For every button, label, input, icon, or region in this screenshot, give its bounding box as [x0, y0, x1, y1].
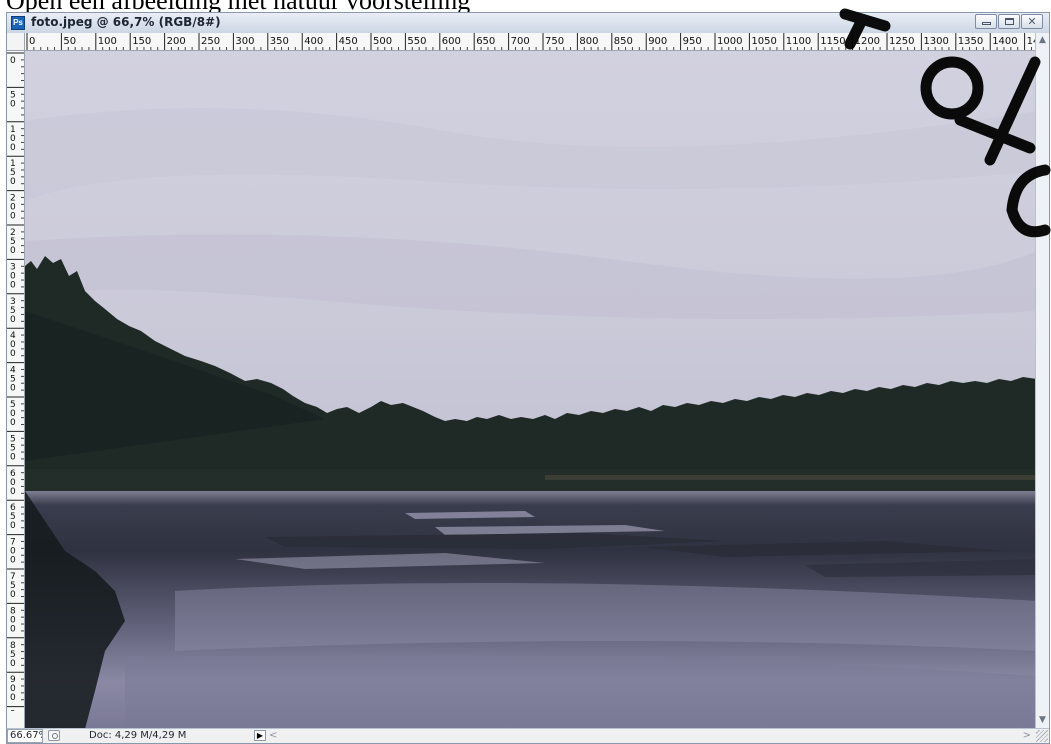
ruler-label: 200 [167, 36, 186, 47]
ruler-label: 450 [339, 36, 358, 47]
ruler-label: 0 [10, 56, 16, 66]
vertical-scrollbar[interactable]: ▲ ▼ [1035, 33, 1049, 728]
ruler-label: 900 [648, 36, 667, 47]
ruler-label: 1050 [751, 36, 776, 47]
ruler-label: 0 [10, 349, 16, 359]
ruler-label: 150 [132, 36, 151, 47]
ruler-label: 0 [10, 99, 16, 109]
document-window: Ps foto.jpeg @ 66,7% (RGB/8#) ✕ 0 50 100 15… [6, 12, 1050, 744]
ruler-label: 9 [10, 710, 16, 711]
status-bar: 66.67% Doc: 4,29 M/4,29 M ▶ < > [7, 728, 1049, 743]
ruler-label: 400 [304, 36, 323, 47]
ruler-label: 600 [442, 36, 461, 47]
ruler-label: 0 [10, 521, 16, 531]
close-button[interactable]: ✕ [1021, 14, 1043, 29]
ruler-label: 0 [10, 487, 16, 497]
ruler-label: 1150 [820, 36, 845, 47]
ruler-label: 0 [10, 315, 16, 325]
horizontal-ruler[interactable]: 0 50 100 150 200 250 300 350 400 450 500 550 600 650 7… [25, 33, 1035, 51]
ruler-label: 50 [63, 36, 76, 47]
ruler-label: 1450 [1027, 36, 1035, 47]
ruler-label: 550 [407, 36, 426, 47]
ruler-label: 1100 [786, 36, 811, 47]
ruler-label: 0 [10, 418, 16, 428]
ruler-label: 1250 [889, 36, 914, 47]
document-size-info: Doc: 4,29 M/4,29 M [89, 730, 187, 741]
landscape-photo [25, 51, 1035, 728]
ruler-label: 0 [10, 212, 16, 222]
ruler-origin[interactable] [7, 33, 25, 51]
ruler-label: 350 [270, 36, 289, 47]
ruler-label: 0 [10, 280, 16, 290]
ruler-label: 0 [10, 590, 16, 600]
maximize-button[interactable] [998, 14, 1020, 29]
ruler-label: 250 [201, 36, 220, 47]
ruler-label: 950 [683, 36, 702, 47]
scroll-right-arrow-icon[interactable]: > [1023, 730, 1031, 742]
ruler-label: 1000 [717, 36, 742, 47]
vertical-ruler[interactable]: 0501001502002503003504004505005506006507… [7, 51, 25, 728]
ruler-label: 300 [235, 36, 254, 47]
status-menu-arrow-icon[interactable]: ▶ [254, 730, 266, 741]
ruler-label: 1300 [923, 36, 948, 47]
zoom-level-input[interactable]: 66.67% [7, 729, 43, 743]
scroll-down-arrow-icon[interactable]: ▼ [1038, 716, 1047, 725]
ruler-label: 1350 [958, 36, 983, 47]
image-canvas[interactable] [25, 51, 1035, 728]
ruler-label: 0 [10, 452, 16, 462]
minimize-button[interactable] [975, 14, 997, 29]
vertical-ruler-scale: 0501001502002503003504004505005506006507… [7, 52, 24, 711]
ruler-label: 0 [10, 384, 16, 394]
ruler-label: 1200 [855, 36, 880, 47]
ruler-label: 0 [10, 693, 16, 703]
window-controls: ✕ [975, 14, 1043, 29]
ruler-label: 500 [373, 36, 392, 47]
ruler-label: 850 [614, 36, 633, 47]
ruler-label: 0 [10, 177, 16, 187]
ruler-label: 0 [10, 624, 16, 634]
ruler-label: 0 [10, 556, 16, 566]
ruler-label: 0 [29, 36, 35, 47]
photoshop-app-icon: Ps [11, 16, 25, 30]
scroll-up-arrow-icon[interactable]: ▲ [1038, 36, 1047, 45]
ruler-label: 650 [476, 36, 495, 47]
ruler-label: 0 [10, 246, 16, 256]
ruler-label: 700 [511, 36, 530, 47]
title-bar[interactable]: Ps foto.jpeg @ 66,7% (RGB/8#) ✕ [7, 13, 1049, 33]
ruler-label: 0 [10, 143, 16, 153]
resize-grip-icon[interactable] [1036, 730, 1048, 742]
timer-icon[interactable] [48, 730, 60, 741]
ruler-label: 100 [98, 36, 117, 47]
ruler-label: 0 [10, 659, 16, 669]
ruler-label: 1400 [992, 36, 1017, 47]
ruler-label: 800 [579, 36, 598, 47]
document-title: foto.jpeg @ 66,7% (RGB/8#) [31, 15, 221, 29]
scroll-left-arrow-icon[interactable]: < [269, 730, 277, 742]
ruler-label: 750 [545, 36, 564, 47]
horizontal-ruler-scale: 0 50 100 150 200 250 300 350 400 450 500 550 600 650 7… [26, 33, 1035, 50]
